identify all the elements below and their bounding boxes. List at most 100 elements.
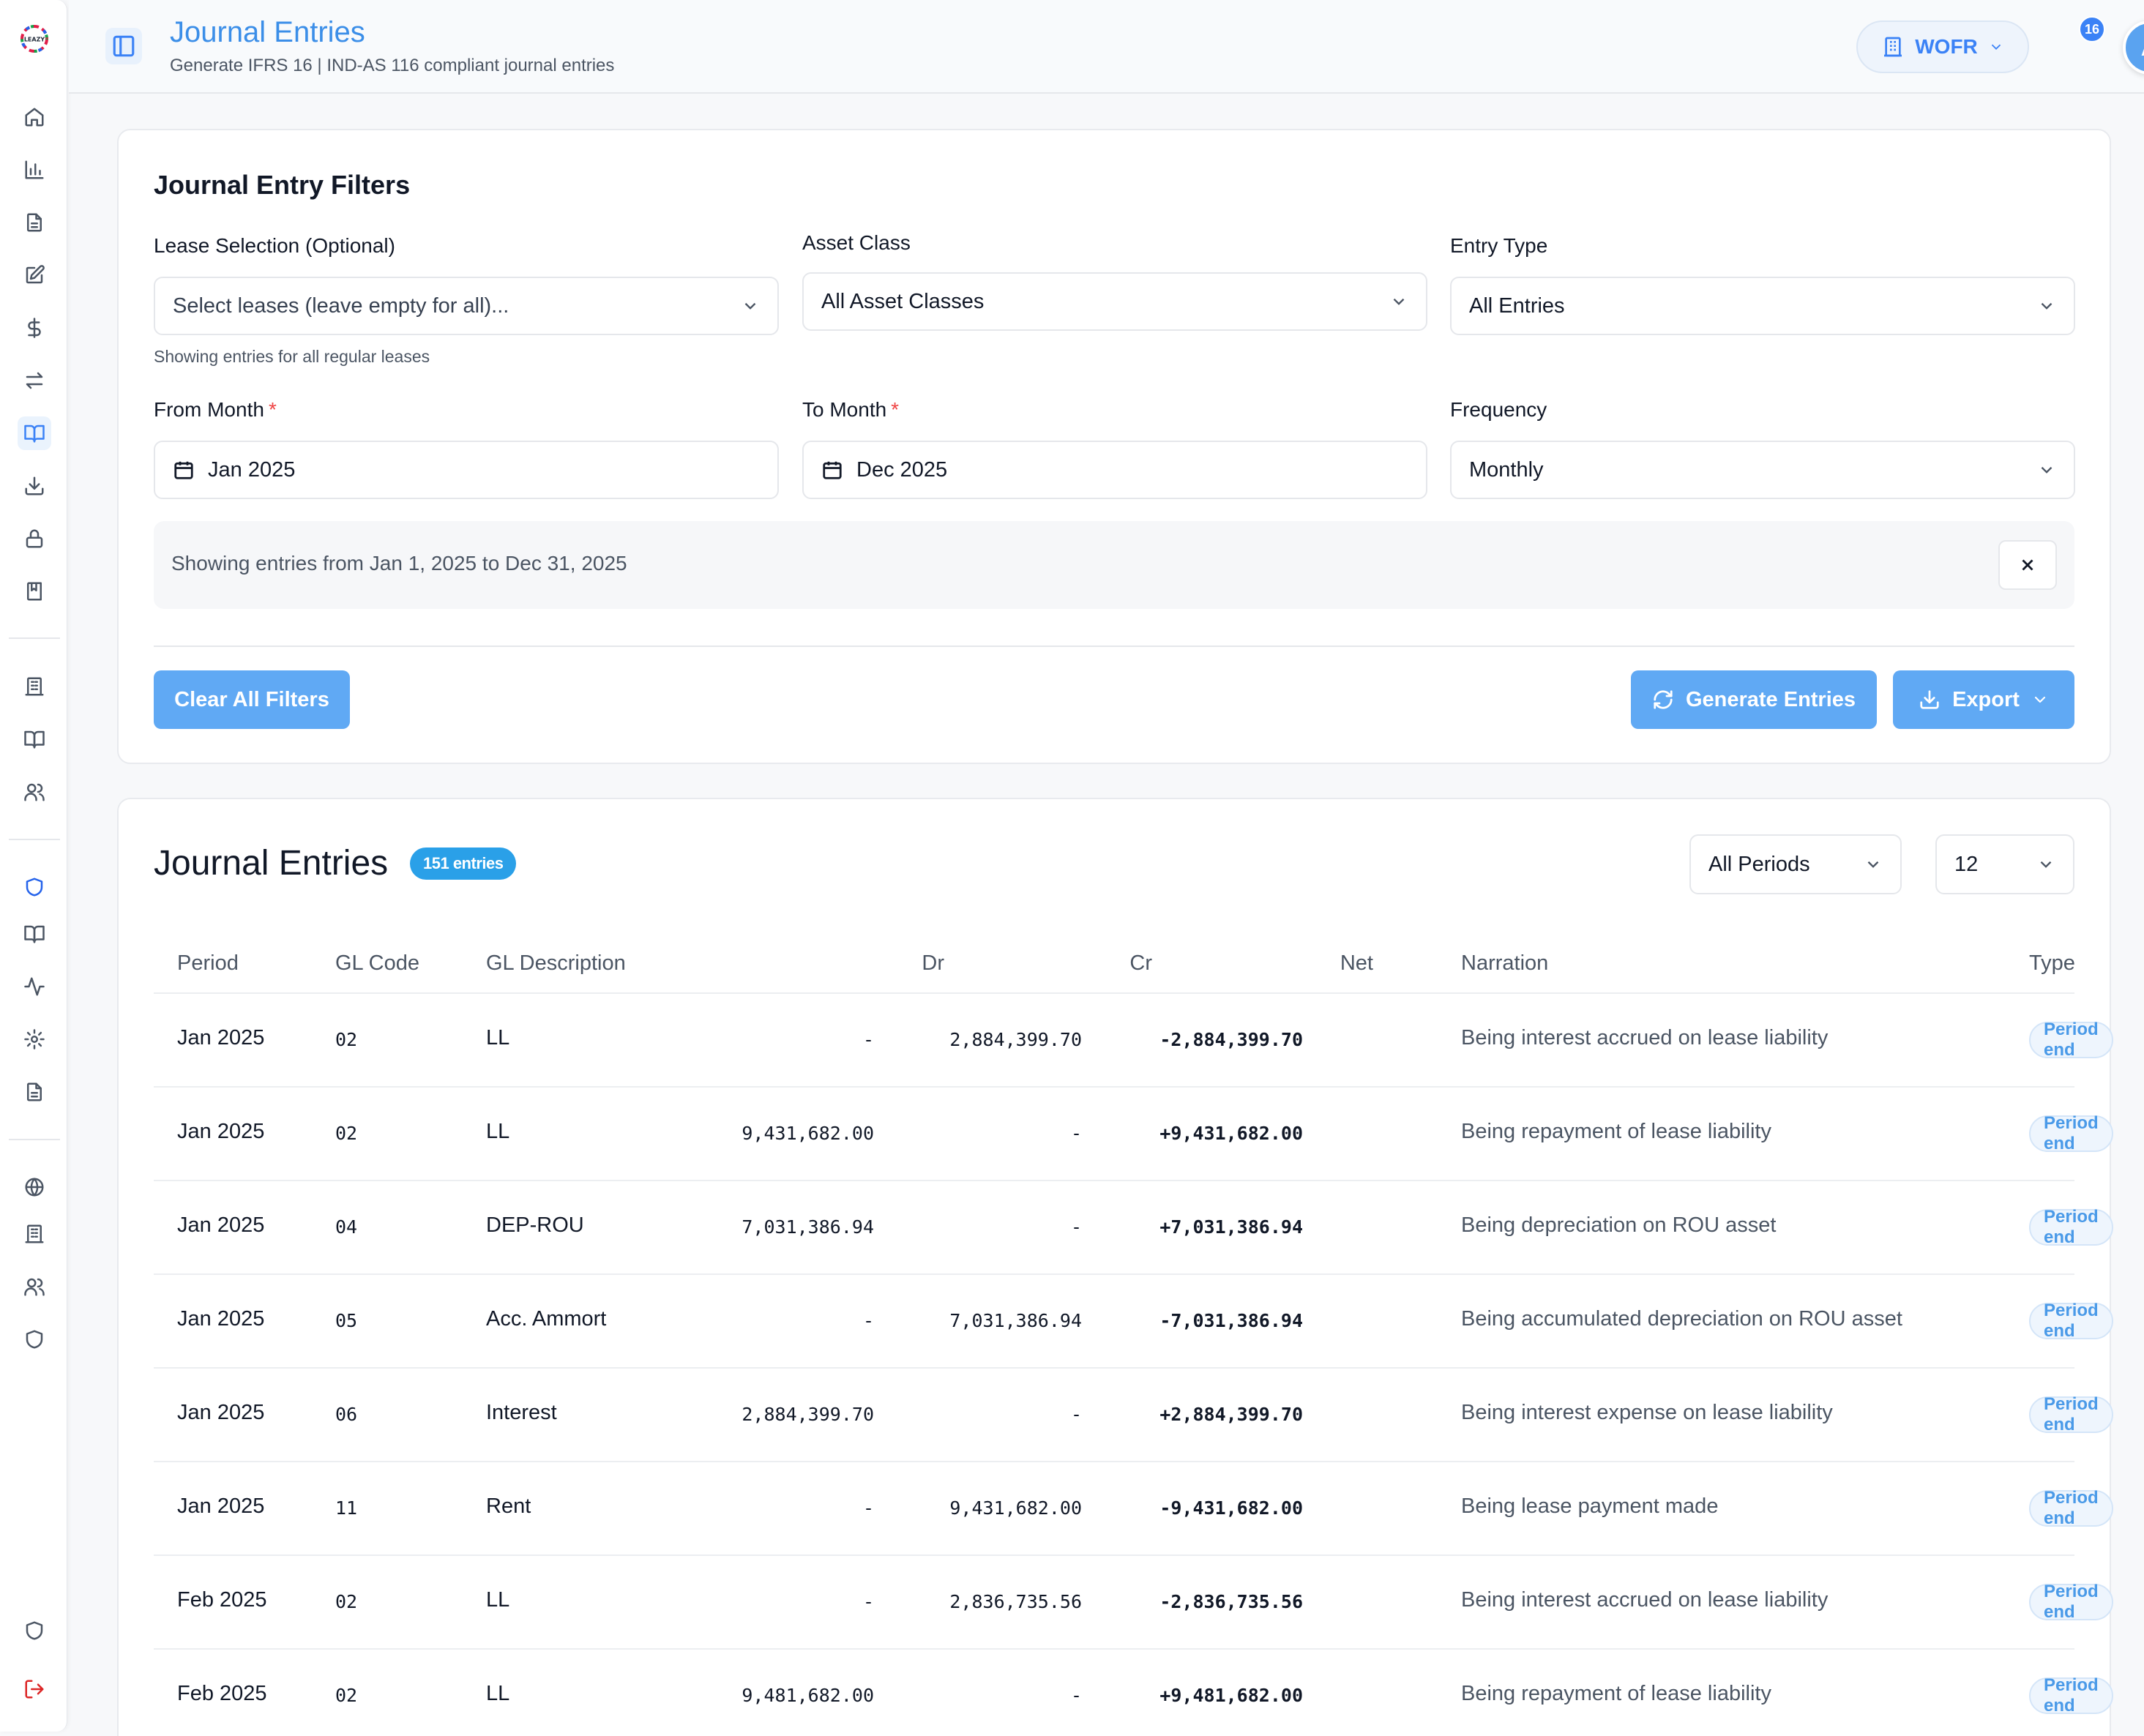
book-open-icon[interactable] [18,416,51,450]
column-header-type[interactable]: Type [2029,951,2075,976]
clear-all-filters-button[interactable]: Clear All Filters [154,670,350,729]
lock-icon[interactable] [18,522,51,555]
bookmark-book-icon[interactable] [18,575,51,608]
table-row[interactable]: Jan 2025 06 Interest 2,884,399.70 - +2,884,39… [154,1367,2113,1461]
export-button[interactable]: Export [1893,670,2074,729]
type-badge: Period end [2029,1394,2113,1434]
cell-gl-description: LL [486,1120,510,1143]
cell-gl-code: 02 [335,1685,358,1706]
table-row[interactable]: Jan 2025 05 Acc. Ammort -7,031,386.94 -7,031… [154,1273,2113,1367]
page-subtitle: Generate IFRS 16 | IND-AS 116 compliant … [170,56,615,75]
table-row[interactable]: Jan 2025 11 Rent -9,431,682.00 -9,431,682.00… [154,1461,2113,1554]
column-header-net[interactable]: Net [1340,951,1373,976]
filters-divider [154,646,2074,647]
users-icon[interactable] [18,1270,51,1303]
user-avatar[interactable]: A [2123,20,2144,75]
notification-badge[interactable]: 16 [2079,16,2105,42]
home-icon[interactable] [18,100,51,134]
cell-gl-description: DEP-ROU [486,1213,584,1237]
column-header-narration[interactable]: Narration [1461,951,1548,976]
table-row[interactable]: Jan 2025 04 DEP-ROU 7,031,386.94 - +7,031,386… [154,1180,2113,1273]
page-size-dropdown[interactable]: 12 [1935,834,2074,894]
clear-date-range-button[interactable] [1998,540,2057,590]
shield-icon[interactable] [18,1322,51,1356]
column-header-dr[interactable]: Dr [922,951,944,976]
logout-icon[interactable] [18,1672,51,1706]
page-title: Journal Entries [170,16,365,48]
entry-type-label: Entry Type [1450,234,1548,257]
journal-entry-filters-card: Journal Entry Filters Lease Selection (O… [117,129,2111,764]
cell-net: -9,431,682.00 [1159,1497,1303,1519]
document-icon[interactable] [18,206,51,239]
users-icon[interactable] [18,775,51,809]
cell-period: Feb 2025 [177,1682,267,1705]
organization-switcher[interactable]: WOFR [1856,20,2029,73]
table-row[interactable]: Feb 2025 02 LL -2,836,735.56 -2,836,735.56 Be… [154,1554,2113,1648]
table-row[interactable]: Jan 2025 02 LL 9,431,682.00 - +9,431,682.00 Be… [154,1086,2113,1180]
lease-selection-label: Lease Selection (Optional) [154,234,395,257]
cell-cr: 7,031,386.94 [949,1310,1082,1331]
asset-class-label: Asset Class [802,231,911,254]
frequency-dropdown[interactable]: Monthly [1450,441,2075,499]
column-header-period[interactable]: Period [177,951,239,976]
cell-period: Feb 2025 [177,1588,267,1612]
app-logo[interactable]: LEAZY [18,22,51,56]
chevron-down-icon [744,302,756,310]
cell-net: +2,884,399.70 [1159,1404,1303,1425]
generate-entries-button[interactable]: Generate Entries [1631,670,1877,729]
shield-icon[interactable] [18,1614,51,1647]
table-row[interactable]: Feb 2025 02 LL 9,481,682.00 - +9,481,682.00 Be… [154,1648,2113,1736]
cell-dr: 9,481,682.00 [742,1685,874,1706]
shield-icon[interactable] [18,870,51,904]
book-icon[interactable] [18,722,51,756]
cell-narration: Being interest expense on lease liabilit… [1461,1401,1833,1424]
entries-count-badge: 151 entries [410,848,517,880]
cell-gl-description: Acc. Ammort [486,1307,607,1331]
download-icon[interactable] [18,469,51,503]
globe-icon[interactable] [18,1170,51,1204]
cell-gl-code: 11 [335,1497,358,1519]
sidebar-divider [9,839,60,840]
svg-text:LEAZY: LEAZY [24,37,45,43]
period-filter-dropdown[interactable]: All Periods [1689,834,1902,894]
entry-type-value: All Entries [1469,293,1565,318]
edit-icon[interactable] [18,258,51,292]
frequency-value: Monthly [1469,457,1544,482]
cell-period: Jan 2025 [177,1401,265,1424]
transfer-icon[interactable] [18,364,51,397]
to-month-picker[interactable]: Dec 2025 [802,441,1427,499]
bar-chart-icon[interactable] [18,153,51,187]
table-row[interactable]: Jan 2025 02 LL -2,884,399.70 -2,884,399.70 Be… [154,992,2113,1086]
cell-dr: - [862,1591,874,1612]
asset-class-dropdown[interactable]: All Asset Classes [802,272,1427,331]
cell-period: Jan 2025 [177,1213,265,1237]
book-icon[interactable] [18,917,51,951]
dollar-icon[interactable] [18,311,51,345]
cell-gl-code: 06 [335,1404,358,1425]
cell-gl-description: LL [486,1026,510,1050]
cell-cr: 2,884,399.70 [949,1029,1082,1050]
from-month-value: Jan 2025 [208,457,296,482]
sidebar-toggle-button[interactable] [105,28,142,64]
refresh-icon [1654,690,1673,709]
panel-left-icon [113,35,135,57]
cell-net: +7,031,386.94 [1159,1216,1303,1238]
to-month-value: Dec 2025 [856,457,948,482]
building-icon[interactable] [18,670,51,703]
file-text-icon[interactable] [18,1075,51,1109]
calendar-icon [823,461,842,479]
activity-icon[interactable] [18,970,51,1003]
cell-narration: Being interest accrued on lease liabilit… [1461,1588,1829,1612]
date-range-info: Showing entries from Jan 1, 2025 to Dec … [154,521,2074,609]
from-month-picker[interactable]: Jan 2025 [154,441,779,499]
building-icon[interactable] [18,1217,51,1251]
entry-type-dropdown[interactable]: All Entries [1450,277,2075,335]
settings-icon[interactable] [18,1022,51,1056]
lease-selection-dropdown[interactable]: Select leases (leave empty for all)... [154,277,779,335]
column-header-cr[interactable]: Cr [1129,951,1152,976]
cell-dr: - [862,1029,874,1050]
column-header-gl-description[interactable]: GL Description [486,951,626,976]
column-header-gl-code[interactable]: GL Code [335,951,419,976]
asset-class-value: All Asset Classes [821,289,985,313]
cell-dr: 2,884,399.70 [742,1404,874,1425]
